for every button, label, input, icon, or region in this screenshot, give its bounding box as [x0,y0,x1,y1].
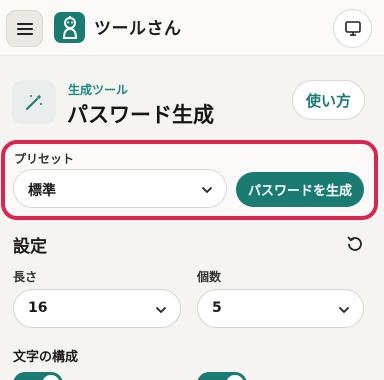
toggle-knob [226,375,244,380]
app-logo[interactable] [54,12,85,43]
length-label: 長さ [13,270,38,284]
brand-name[interactable]: ツールさん [94,14,182,39]
preset-selected-value: 標準 [28,183,56,199]
count-label: 個数 [197,270,222,284]
preset-label: プリセット [14,152,75,166]
display-mode-button[interactable] [333,9,372,48]
character-composition-title: 文字の構成 [13,350,79,365]
toggle-switch[interactable] [197,372,247,380]
top-bar: ツールさん [0,0,384,56]
toggle-knob [42,375,60,380]
chevron-down-icon [202,187,212,193]
chevron-down-icon [156,307,166,313]
monitor-icon [344,21,361,36]
preset-select[interactable]: 標準 [13,169,227,208]
generate-password-button[interactable]: パスワードを生成 [236,172,364,207]
count-select[interactable]: 5 [197,289,364,328]
how-to-use-button[interactable]: 使い方 [292,80,365,120]
page-title: パスワード生成 [67,103,214,127]
reset-icon[interactable] [346,235,364,253]
magic-wand-icon [26,94,42,110]
tool-icon-tile [12,80,56,124]
robot-mascot-icon [62,15,77,39]
chevron-down-icon [339,307,349,313]
length-value: 16 [28,300,48,316]
hamburger-menu-icon [16,22,33,35]
settings-title: 設定 [13,237,47,257]
length-select[interactable]: 16 [13,289,181,328]
menu-button[interactable] [6,10,43,47]
toggle-switch[interactable] [13,372,63,380]
count-value: 5 [212,300,222,316]
tool-category: 生成ツール [68,83,129,97]
